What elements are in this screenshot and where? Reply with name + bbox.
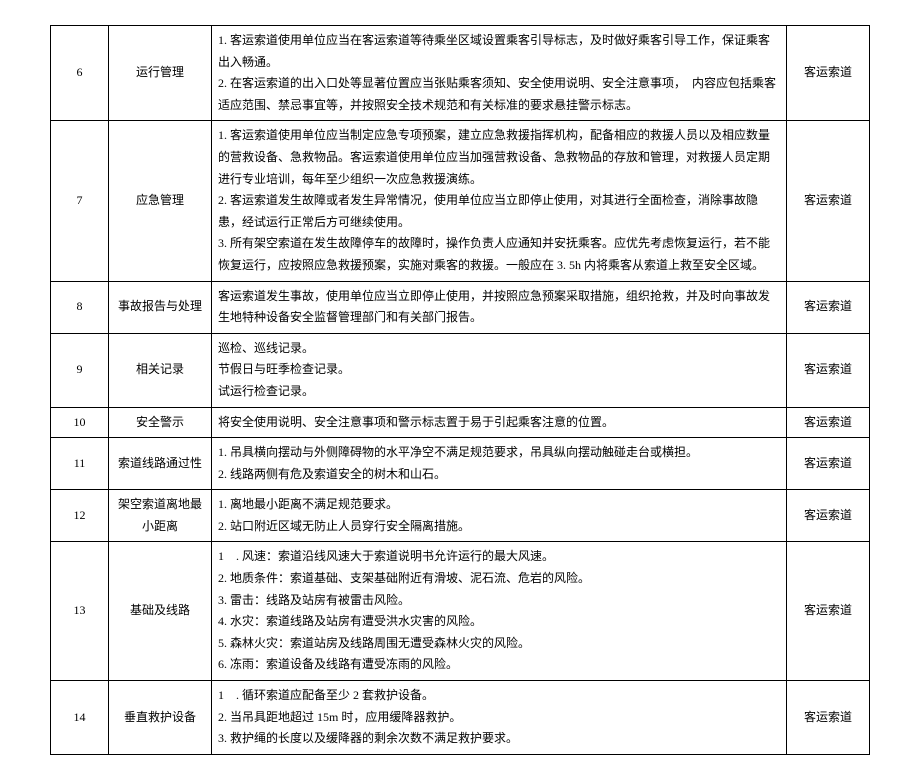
desc-line: 4. 水灾：索道线路及站房有遭受洪水灾害的风险。 — [218, 611, 780, 633]
desc-line: 1. 客运索道使用单位应当制定应急专项预案，建立应急救援指挥机构，配备相应的救援… — [218, 125, 780, 190]
table-row: 13 基础及线路 1 . 风速：索道沿线风速大于索道说明书允许运行的最大风速。 … — [51, 542, 870, 681]
row-description: 1. 客运索道使用单位应当在客运索道等待乘坐区域设置乘客引导标志，及时做好乘客引… — [212, 26, 787, 121]
desc-line: 1. 离地最小距离不满足规范要求。 — [218, 494, 780, 516]
desc-line: 1 . 风速：索道沿线风速大于索道说明书允许运行的最大风速。 — [218, 546, 780, 568]
desc-line: 客运索道发生事故，使用单位应当立即停止使用，并按照应急预案采取措施，组织抢救，并… — [218, 286, 780, 329]
desc-line: 将安全使用说明、安全注意事项和警示标志置于易于引起乘客注意的位置。 — [218, 412, 780, 434]
row-type: 客运索道 — [787, 490, 870, 542]
desc-line: 2. 地质条件：索道基础、支架基础附近有滑坡、泥石流、危岩的风险。 — [218, 568, 780, 590]
row-number: 11 — [51, 438, 109, 490]
row-category: 相关记录 — [109, 333, 212, 407]
row-number: 14 — [51, 681, 109, 755]
row-category: 事故报告与处理 — [109, 281, 212, 333]
row-description: 1. 离地最小距离不满足规范要求。 2. 站口附近区域无防止人员穿行安全隔离措施… — [212, 490, 787, 542]
desc-line: 2. 站口附近区域无防止人员穿行安全隔离措施。 — [218, 516, 780, 538]
row-category: 垂直救护设备 — [109, 681, 212, 755]
row-category: 基础及线路 — [109, 542, 212, 681]
desc-line: 5. 森林火灾：索道站房及线路周围无遭受森林火灾的风险。 — [218, 633, 780, 655]
table-row: 10 安全警示 将安全使用说明、安全注意事项和警示标志置于易于引起乘客注意的位置… — [51, 407, 870, 438]
table-row: 6 运行管理 1. 客运索道使用单位应当在客运索道等待乘坐区域设置乘客引导标志，… — [51, 26, 870, 121]
desc-line: 2. 线路两侧有危及索道安全的树木和山石。 — [218, 464, 780, 486]
row-category: 运行管理 — [109, 26, 212, 121]
row-type: 客运索道 — [787, 438, 870, 490]
row-number: 6 — [51, 26, 109, 121]
row-type: 客运索道 — [787, 407, 870, 438]
row-type: 客运索道 — [787, 333, 870, 407]
desc-line: 巡检、巡线记录。 — [218, 338, 780, 360]
row-description: 客运索道发生事故，使用单位应当立即停止使用，并按照应急预案采取措施，组织抢救，并… — [212, 281, 787, 333]
row-category: 安全警示 — [109, 407, 212, 438]
row-number: 10 — [51, 407, 109, 438]
row-number: 7 — [51, 121, 109, 281]
row-number: 8 — [51, 281, 109, 333]
desc-line: 2. 在客运索道的出入口处等显著位置应当张贴乘客须知、安全使用说明、安全注意事项… — [218, 73, 780, 116]
row-description: 1 . 风速：索道沿线风速大于索道说明书允许运行的最大风速。 2. 地质条件：索… — [212, 542, 787, 681]
row-description: 巡检、巡线记录。 节假日与旺季检查记录。 试运行检查记录。 — [212, 333, 787, 407]
table-row: 9 相关记录 巡检、巡线记录。 节假日与旺季检查记录。 试运行检查记录。 客运索… — [51, 333, 870, 407]
spec-table: 6 运行管理 1. 客运索道使用单位应当在客运索道等待乘坐区域设置乘客引导标志，… — [50, 25, 870, 755]
desc-line: 3. 雷击：线路及站房有被雷击风险。 — [218, 590, 780, 612]
desc-line: 节假日与旺季检查记录。 — [218, 359, 780, 381]
desc-line: 6. 冻雨：索道设备及线路有遭受冻雨的风险。 — [218, 654, 780, 676]
desc-line: 1. 客运索道使用单位应当在客运索道等待乘坐区域设置乘客引导标志，及时做好乘客引… — [218, 30, 780, 73]
table-row: 7 应急管理 1. 客运索道使用单位应当制定应急专项预案，建立应急救援指挥机构，… — [51, 121, 870, 281]
desc-line: 2. 客运索道发生故障或者发生异常情况，使用单位应当立即停止使用，对其进行全面检… — [218, 190, 780, 233]
row-description: 1. 客运索道使用单位应当制定应急专项预案，建立应急救援指挥机构，配备相应的救援… — [212, 121, 787, 281]
row-type: 客运索道 — [787, 681, 870, 755]
row-type: 客运索道 — [787, 121, 870, 281]
row-category: 架空索道离地最小距离 — [109, 490, 212, 542]
row-category: 应急管理 — [109, 121, 212, 281]
desc-line: 1 . 循环索道应配备至少 2 套救护设备。 — [218, 685, 780, 707]
table-row: 11 索道线路通过性 1. 吊具横向摆动与外侧障碍物的水平净空不满足规范要求，吊… — [51, 438, 870, 490]
row-description: 将安全使用说明、安全注意事项和警示标志置于易于引起乘客注意的位置。 — [212, 407, 787, 438]
row-type: 客运索道 — [787, 542, 870, 681]
row-number: 13 — [51, 542, 109, 681]
table-row: 8 事故报告与处理 客运索道发生事故，使用单位应当立即停止使用，并按照应急预案采… — [51, 281, 870, 333]
table-row: 12 架空索道离地最小距离 1. 离地最小距离不满足规范要求。 2. 站口附近区… — [51, 490, 870, 542]
desc-line: 2. 当吊具距地超过 15m 时，应用缓降器救护。 — [218, 707, 780, 729]
desc-line: 3. 救护绳的长度以及缓降器的剩余次数不满足救护要求。 — [218, 728, 780, 750]
desc-line: 3. 所有架空索道在发生故障停车的故障时，操作负责人应通知并安抚乘客。应优先考虑… — [218, 233, 780, 276]
row-category: 索道线路通过性 — [109, 438, 212, 490]
row-number: 12 — [51, 490, 109, 542]
desc-line: 试运行检查记录。 — [218, 381, 780, 403]
desc-line: 1. 吊具横向摆动与外侧障碍物的水平净空不满足规范要求，吊具纵向摆动触碰走台或横… — [218, 442, 780, 464]
row-number: 9 — [51, 333, 109, 407]
row-description: 1 . 循环索道应配备至少 2 套救护设备。 2. 当吊具距地超过 15m 时，… — [212, 681, 787, 755]
table-row: 14 垂直救护设备 1 . 循环索道应配备至少 2 套救护设备。 2. 当吊具距… — [51, 681, 870, 755]
row-description: 1. 吊具横向摆动与外侧障碍物的水平净空不满足规范要求，吊具纵向摆动触碰走台或横… — [212, 438, 787, 490]
row-type: 客运索道 — [787, 26, 870, 121]
row-type: 客运索道 — [787, 281, 870, 333]
